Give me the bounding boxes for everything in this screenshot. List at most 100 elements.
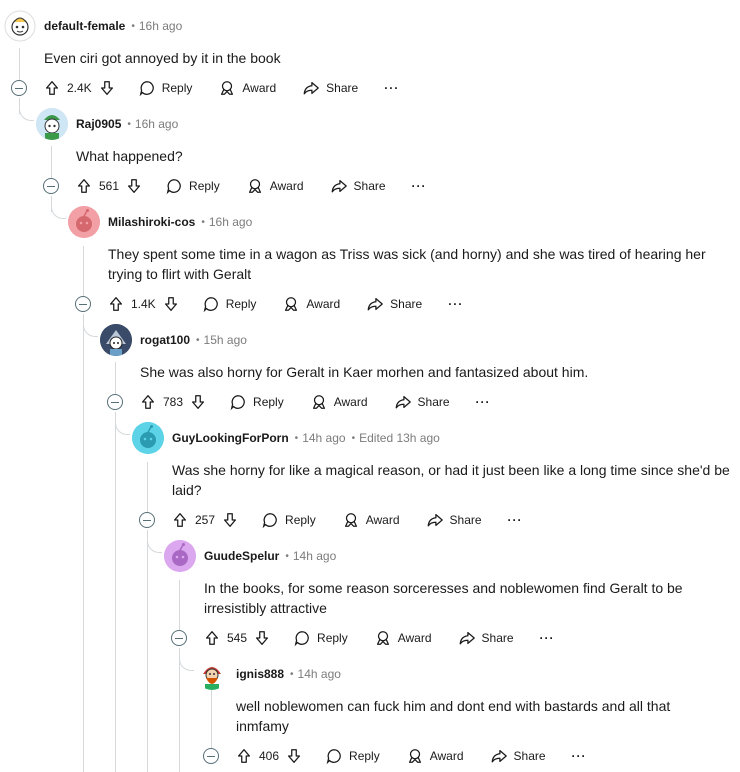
share-icon [303, 81, 320, 95]
reply-button[interactable]: Reply [325, 747, 380, 765]
more-options-button[interactable]: ··· [572, 749, 587, 763]
more-options-button[interactable]: ··· [384, 81, 399, 95]
vote-group: 561 [75, 177, 143, 195]
upvote-icon[interactable] [43, 79, 61, 97]
vote-group: 257 [171, 511, 239, 529]
collapse-button[interactable] [11, 80, 27, 96]
avatar[interactable] [100, 324, 132, 356]
upvote-icon[interactable] [75, 177, 93, 195]
award-button[interactable]: Award [310, 393, 368, 411]
comment-author[interactable]: ignis888 [236, 667, 284, 681]
more-options-button[interactable]: ··· [476, 395, 491, 409]
thread-connector [51, 204, 66, 219]
award-button[interactable]: Award [218, 79, 276, 97]
award-label: Award [397, 631, 432, 645]
avatar[interactable] [36, 108, 68, 140]
thread-connector [83, 322, 98, 337]
reply-button[interactable]: Reply [229, 393, 284, 411]
vote-count: 257 [195, 513, 216, 527]
share-label: Share [481, 631, 514, 645]
reply-button[interactable]: Reply [165, 177, 220, 195]
thread-connector [19, 106, 34, 121]
upvote-icon[interactable] [139, 393, 157, 411]
comment-body: In the books, for some reason sorceresse… [204, 580, 683, 616]
share-label: Share [449, 513, 482, 527]
thread-line [147, 530, 148, 772]
collapse-button[interactable] [75, 296, 91, 312]
award-button[interactable]: Award [342, 511, 400, 529]
comment-author[interactable]: GuudeSpelur [204, 549, 279, 563]
award-icon [312, 395, 325, 409]
comment-actions: 561 Reply Award Share ··· [43, 172, 427, 200]
separator-dot: • [285, 550, 289, 562]
award-label: Award [365, 513, 400, 527]
share-button[interactable]: Share [426, 511, 482, 529]
upvote-icon[interactable] [203, 629, 221, 647]
share-icon [427, 513, 443, 527]
downvote-icon[interactable] [285, 747, 303, 765]
comment-timestamp: 14h ago [297, 667, 341, 681]
comment-author[interactable]: default-female [44, 19, 125, 33]
comment-author[interactable]: rogat100 [140, 333, 190, 347]
separator-dot: • [351, 432, 356, 444]
share-button[interactable]: Share [458, 629, 514, 647]
avatar[interactable] [164, 540, 196, 572]
share-label: Share [390, 297, 423, 311]
avatar[interactable] [196, 658, 228, 690]
comment-timestamp: 14h ago [292, 549, 337, 563]
reply-button[interactable]: Reply [138, 79, 192, 97]
collapse-button[interactable] [203, 748, 219, 764]
comment-bubble-icon [166, 179, 181, 195]
downvote-icon[interactable] [253, 629, 271, 647]
avatar[interactable] [68, 206, 100, 238]
more-options-button[interactable]: ··· [412, 179, 427, 193]
comment-header: GuudeSpelur • 14h ago [164, 540, 336, 572]
share-button[interactable]: Share [490, 747, 546, 765]
reply-button[interactable]: Reply [261, 511, 316, 529]
separator-dot: • [131, 20, 135, 32]
upvote-icon[interactable] [171, 511, 189, 529]
downvote-icon[interactable] [98, 79, 116, 97]
upvote-icon[interactable] [107, 295, 125, 313]
downvote-icon[interactable] [162, 295, 180, 313]
share-icon [459, 631, 475, 645]
collapse-button[interactable] [139, 512, 155, 528]
comment-header: GuyLookingForPorn • 14h ago • Edited 13h… [132, 422, 440, 454]
reply-button[interactable]: Reply [202, 295, 256, 313]
award-label: Award [333, 395, 368, 409]
downvote-icon[interactable] [221, 511, 239, 529]
comment-timestamp: 14h ago [302, 431, 346, 445]
comment-actions: 1.4K Reply Award Share ··· [75, 290, 463, 318]
share-button[interactable]: Share [366, 295, 422, 313]
upvote-icon[interactable] [235, 747, 253, 765]
share-button[interactable]: Share [330, 177, 386, 195]
comment-timestamp: 16h ago [208, 215, 253, 229]
avatar[interactable] [132, 422, 164, 454]
comment-body: She was also horny for Geralt in Kaer mo… [140, 364, 589, 380]
more-options-button[interactable]: ··· [540, 631, 555, 645]
separator-dot: • [294, 432, 299, 444]
award-button[interactable]: Award [406, 747, 464, 765]
downvote-icon[interactable] [189, 393, 207, 411]
reply-button[interactable]: Reply [293, 629, 348, 647]
more-options-button[interactable]: ··· [508, 513, 523, 527]
avatar[interactable] [4, 10, 36, 42]
downvote-icon[interactable] [125, 177, 143, 195]
reply-label: Reply [349, 749, 380, 763]
collapse-button[interactable] [43, 178, 59, 194]
comment-author[interactable]: GuyLookingForPorn [172, 431, 289, 445]
more-options-button[interactable]: ··· [448, 297, 463, 311]
collapse-button[interactable] [171, 630, 187, 646]
award-button[interactable]: Award [374, 629, 432, 647]
share-button[interactable]: Share [394, 393, 450, 411]
award-button[interactable]: Award [282, 295, 340, 313]
share-icon [395, 395, 411, 409]
comment-author[interactable]: Raj0905 [76, 117, 121, 131]
award-button[interactable]: Award [246, 177, 304, 195]
comment-author[interactable]: Milashiroki-cos [108, 215, 195, 229]
comment-body: Even ciri got annoyed by it in the book [44, 50, 281, 66]
collapse-button[interactable] [107, 394, 123, 410]
share-button[interactable]: Share [302, 79, 358, 97]
comment-header: ignis888 • 14h ago [196, 658, 341, 690]
share-icon [491, 749, 507, 763]
